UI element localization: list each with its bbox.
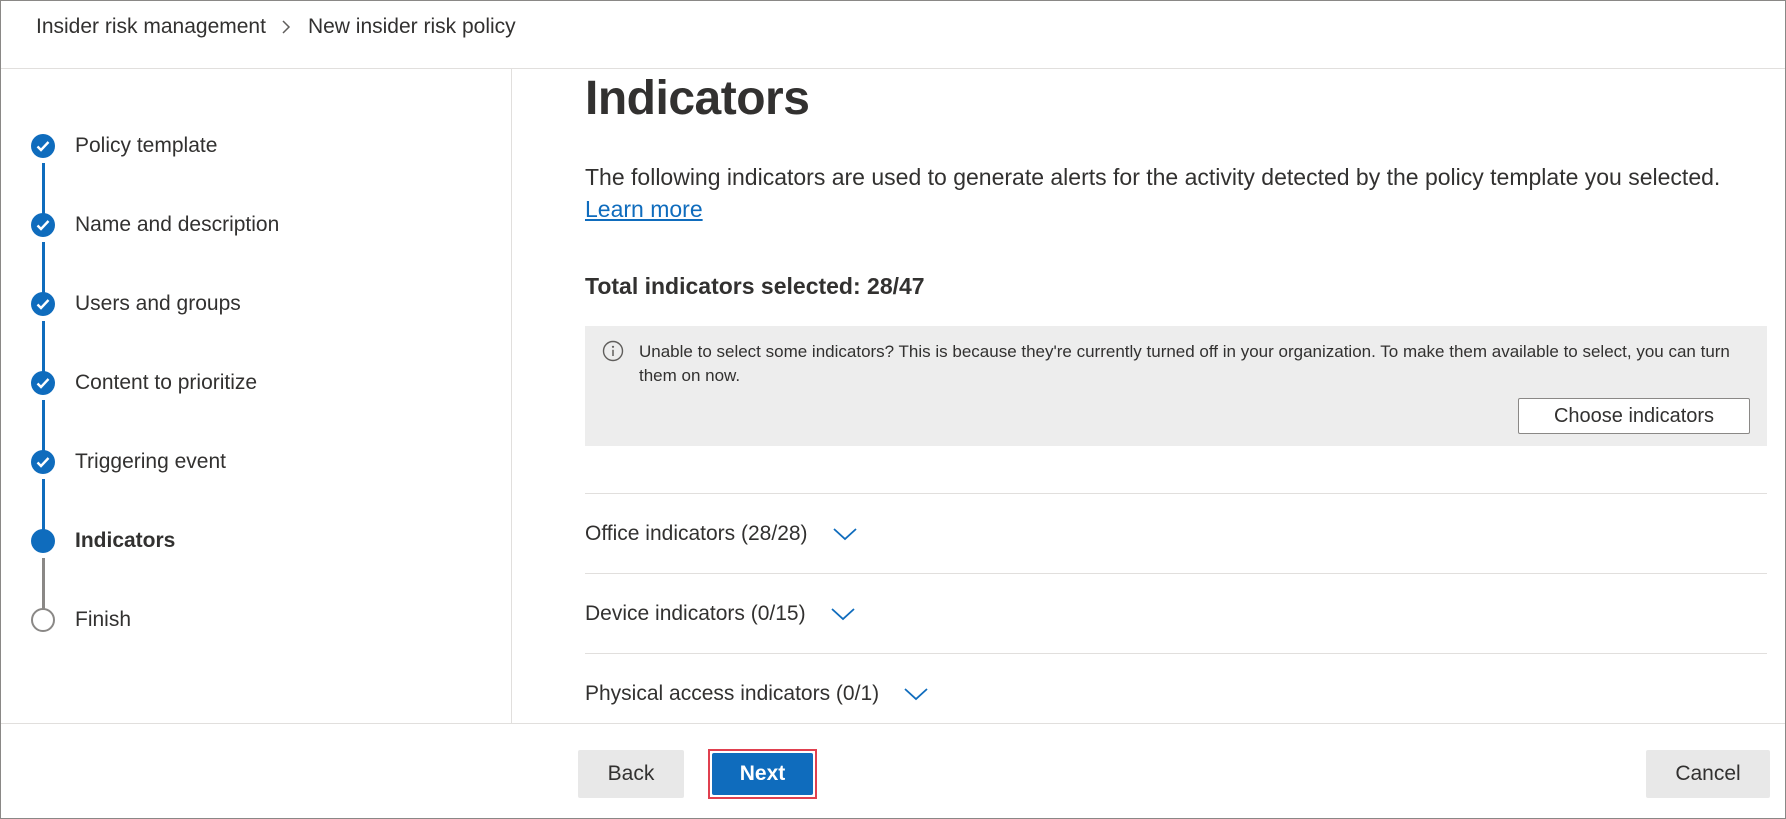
- wizard-footer: Back Next Cancel: [1, 723, 1785, 818]
- chevron-down-icon: [830, 606, 856, 622]
- step-label: Name and description: [75, 213, 280, 236]
- accordion-device-indicators[interactable]: Device indicators (0/15): [585, 573, 1767, 653]
- step-finish[interactable]: Finish: [31, 605, 131, 635]
- step-label: Indicators: [75, 529, 176, 552]
- step-label: Policy template: [75, 134, 218, 157]
- step-content-to-prioritize[interactable]: Content to prioritize: [31, 368, 257, 398]
- breadcrumb: Insider risk management New insider risk…: [36, 15, 516, 39]
- checkmark-icon: [31, 371, 55, 395]
- info-message-bar: Unable to select some indicators? This i…: [585, 326, 1767, 446]
- page-header: Insider risk management New insider risk…: [1, 1, 1785, 69]
- checkmark-icon: [31, 134, 55, 158]
- chevron-right-icon: [280, 19, 292, 35]
- chevron-down-icon: [903, 686, 929, 702]
- step-label: Content to prioritize: [75, 371, 258, 394]
- wizard-steps: Policy template Name and description Use…: [1, 69, 512, 723]
- breadcrumb-new-insider-risk-policy: New insider risk policy: [307, 15, 516, 38]
- step-triggering-event[interactable]: Triggering event: [31, 447, 226, 477]
- step-indicators[interactable]: Indicators: [31, 526, 175, 556]
- accordion-label: Device indicators (0/15): [585, 601, 806, 625]
- main-content: Indicators The following indicators are …: [585, 69, 1767, 723]
- checkmark-icon: [31, 292, 55, 316]
- page-description: The following indicators are used to gen…: [585, 161, 1735, 225]
- checkmark-icon: [31, 450, 55, 474]
- page-title: Indicators: [585, 72, 810, 125]
- step-name-and-description[interactable]: Name and description: [31, 210, 279, 240]
- current-step-icon: [31, 529, 55, 553]
- step-label: Triggering event: [75, 450, 226, 473]
- info-icon: [602, 340, 624, 367]
- learn-more-link[interactable]: Learn more: [585, 196, 703, 222]
- step-users-and-groups[interactable]: Users and groups: [31, 289, 241, 319]
- step-policy-template[interactable]: Policy template: [31, 131, 217, 161]
- pending-step-icon: [31, 608, 55, 632]
- next-button[interactable]: Next: [712, 753, 813, 795]
- info-message-text: Unable to select some indicators? This i…: [639, 342, 1730, 385]
- accordion-label: Office indicators (28/28): [585, 521, 808, 545]
- accordion-office-indicators[interactable]: Office indicators (28/28): [585, 493, 1767, 573]
- breadcrumb-insider-risk-management[interactable]: Insider risk management: [36, 15, 266, 39]
- step-label: Finish: [75, 608, 132, 631]
- next-button-highlight: Next: [708, 749, 817, 799]
- cancel-button[interactable]: Cancel: [1646, 750, 1770, 798]
- back-button[interactable]: Back: [578, 750, 684, 798]
- checkmark-icon: [31, 213, 55, 237]
- wizard-window: Insider risk management New insider risk…: [0, 0, 1786, 819]
- total-indicators-selected: Total indicators selected: 28/47: [585, 273, 925, 299]
- step-label: Users and groups: [75, 292, 241, 315]
- description-text: The following indicators are used to gen…: [585, 164, 1721, 190]
- chevron-down-icon: [832, 526, 858, 542]
- choose-indicators-button[interactable]: Choose indicators: [1518, 398, 1750, 434]
- accordion-physical-access-indicators[interactable]: Physical access indicators (0/1): [585, 653, 1767, 723]
- accordion-label: Physical access indicators (0/1): [585, 681, 880, 705]
